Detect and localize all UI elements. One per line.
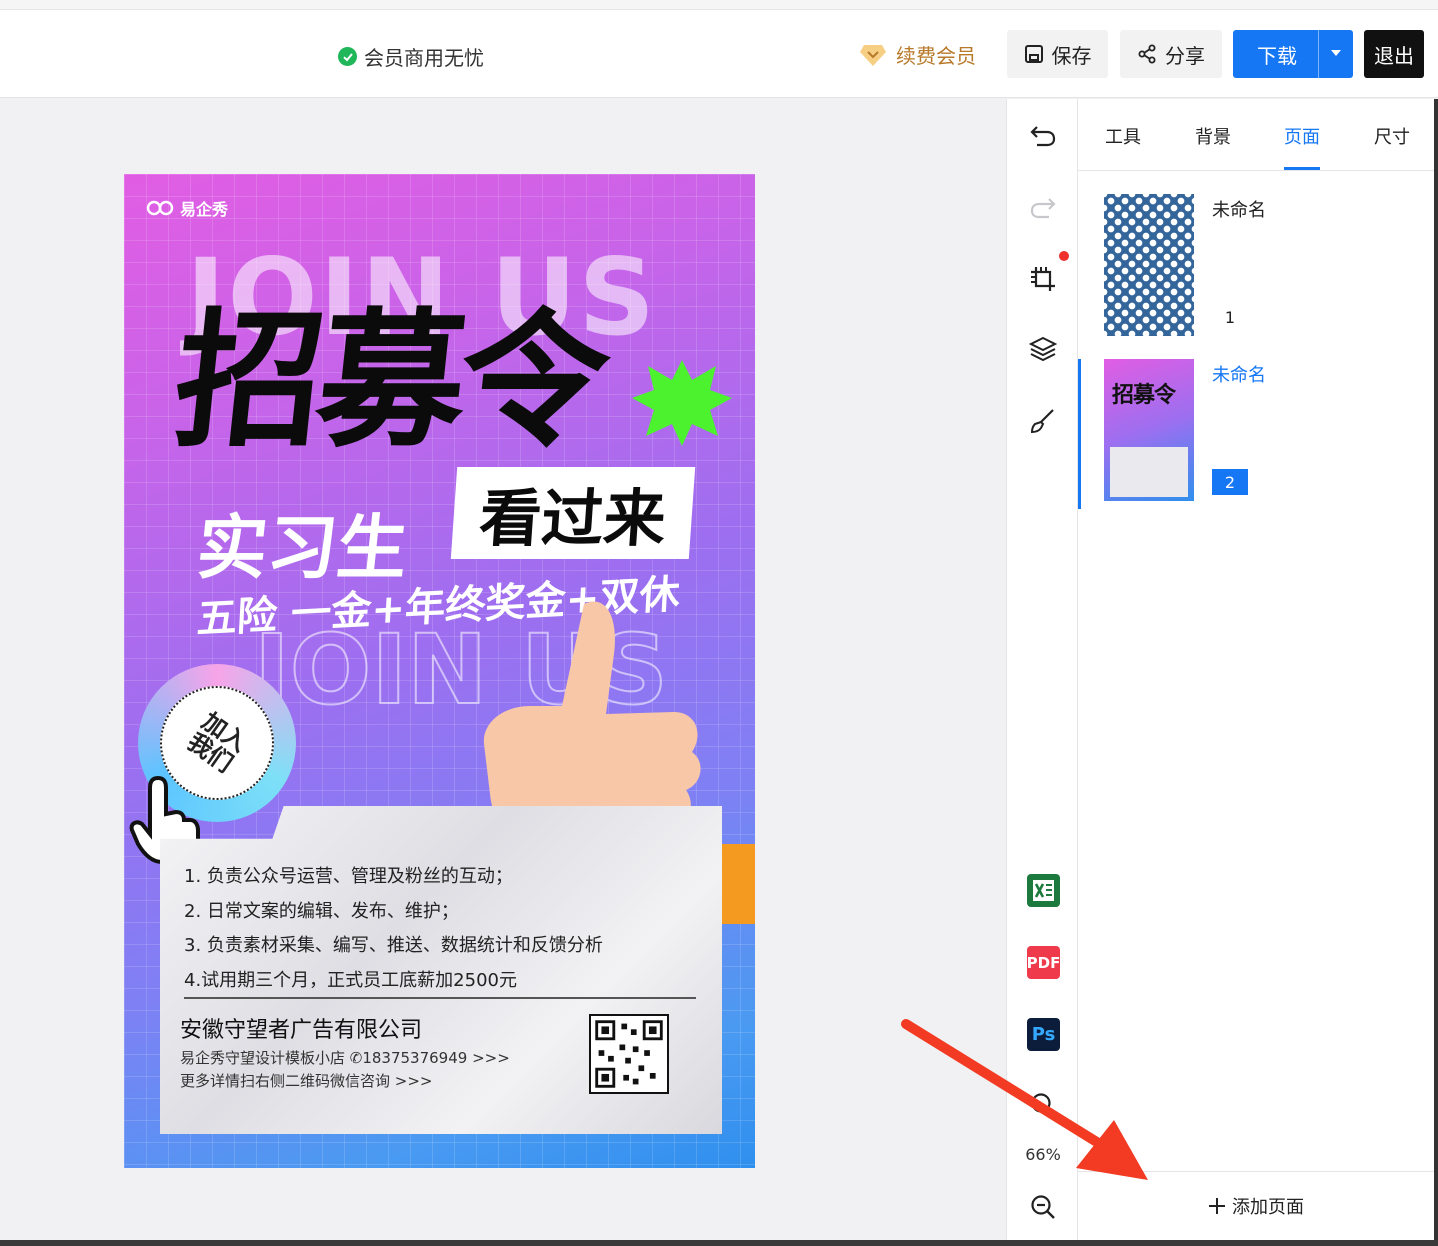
poster-design[interactable]: 易企秀 JOIN US JOIN US 招募令 实习生 看过来 五险 一金+年终… bbox=[124, 174, 755, 1168]
brush-icon[interactable] bbox=[1029, 407, 1057, 435]
page-name: 未命名 bbox=[1212, 365, 1266, 386]
duty-item: 2. 日常文案的编辑、发布、维护； bbox=[184, 900, 459, 922]
window-bottom-edge bbox=[0, 1240, 1438, 1246]
active-tab-indicator bbox=[1284, 167, 1320, 170]
tab-size[interactable]: 尺寸 bbox=[1374, 123, 1410, 149]
exit-label: 退出 bbox=[1374, 43, 1414, 68]
pdf-icon[interactable]: PDF bbox=[1027, 946, 1060, 979]
starburst-icon bbox=[632, 360, 732, 446]
crop-icon[interactable] bbox=[1029, 265, 1057, 293]
logo-icon bbox=[146, 200, 174, 216]
page-item-1[interactable]: 未命名 1 bbox=[1078, 194, 1434, 344]
poster-title: 招募令 bbox=[167, 295, 612, 467]
diamond-icon bbox=[860, 44, 886, 66]
commercial-text: 会员商用无忧 bbox=[364, 46, 484, 70]
save-label: 保存 bbox=[1051, 43, 1092, 68]
share-label: 分享 bbox=[1165, 43, 1205, 68]
annotation-arrow-icon bbox=[901, 1019, 1148, 1180]
renew-membership-link[interactable]: 续费会员 bbox=[860, 40, 976, 69]
page-item-2[interactable]: 招募令 未命名 2 bbox=[1078, 359, 1434, 509]
poster-logo: 易企秀 bbox=[146, 196, 228, 220]
commercial-license-notice: 会员商用无忧 bbox=[338, 42, 484, 71]
zoom-out-icon[interactable] bbox=[1029, 1193, 1057, 1221]
tab-pages[interactable]: 页面 bbox=[1284, 123, 1320, 149]
download-label: 下载 bbox=[1257, 43, 1297, 68]
thumbnail-title: 招募令 bbox=[1112, 383, 1176, 408]
share-button[interactable]: 分享 bbox=[1120, 30, 1222, 78]
page-name: 未命名 bbox=[1212, 200, 1266, 221]
browser-strip bbox=[0, 0, 1438, 10]
divider bbox=[184, 997, 696, 999]
subtitle-box: 看过来 bbox=[450, 467, 696, 559]
page-number: 1 bbox=[1224, 307, 1236, 327]
check-icon bbox=[338, 47, 357, 66]
pdf-label: PDF bbox=[1026, 953, 1061, 972]
save-button[interactable]: 保存 bbox=[1007, 30, 1108, 78]
tab-background[interactable]: 背景 bbox=[1195, 123, 1231, 149]
logo-text: 易企秀 bbox=[180, 200, 229, 219]
download-button[interactable]: 下载 bbox=[1233, 30, 1353, 78]
duty-item: 3. 负责素材采集、编写、推送、数据统计和反馈分析 bbox=[184, 935, 603, 956]
layers-icon[interactable] bbox=[1029, 335, 1057, 363]
plus-icon bbox=[1209, 1198, 1225, 1214]
add-page-label: 添加页面 bbox=[1232, 1197, 1304, 1218]
page-thumbnail[interactable] bbox=[1104, 194, 1194, 336]
excel-icon[interactable] bbox=[1027, 874, 1060, 907]
duty-item: 1. 负责公众号运营、管理及粉丝的互动； bbox=[184, 866, 513, 887]
tab-tools[interactable]: 工具 bbox=[1105, 123, 1141, 149]
chevron-down-icon[interactable] bbox=[1331, 50, 1341, 56]
undo-icon[interactable] bbox=[1029, 121, 1057, 149]
duties-list: 1. 负责公众号运营、管理及粉丝的互动； 2. 日常文案的编辑、发布、维护； 3… bbox=[184, 860, 603, 998]
company-name: 安徽守望者广告有限公司 bbox=[180, 1018, 423, 1043]
more-info-line: 更多详情扫右侧二维码微信咨询 >>> bbox=[180, 1072, 433, 1090]
duty-item: 4.试用期三个月，正式员工底薪加2500元 bbox=[184, 969, 517, 991]
panel-tabs: 工具 背景 页面 尺寸 bbox=[1078, 99, 1434, 171]
download-separator bbox=[1318, 30, 1319, 78]
qr-code-icon bbox=[589, 1014, 669, 1094]
notification-dot bbox=[1059, 251, 1069, 261]
page-number: 2 bbox=[1212, 469, 1248, 495]
thumbnail-info-card bbox=[1110, 447, 1188, 497]
exit-button[interactable]: 退出 bbox=[1364, 30, 1424, 78]
save-icon bbox=[1024, 45, 1043, 63]
page-thumbnail[interactable]: 招募令 bbox=[1104, 359, 1194, 501]
share-icon bbox=[1138, 44, 1156, 64]
window-edge bbox=[1434, 99, 1438, 1240]
renew-label: 续费会员 bbox=[896, 44, 976, 68]
redo-icon[interactable] bbox=[1029, 193, 1057, 221]
subtitle-box-text: 看过来 bbox=[477, 482, 669, 555]
top-bar: 会员商用无忧 续费会员 保存 分享 下载 退出 bbox=[0, 0, 1438, 98]
shop-line: 易企秀守望设计模板小店 ✆18375376949 >>> bbox=[180, 1049, 510, 1067]
